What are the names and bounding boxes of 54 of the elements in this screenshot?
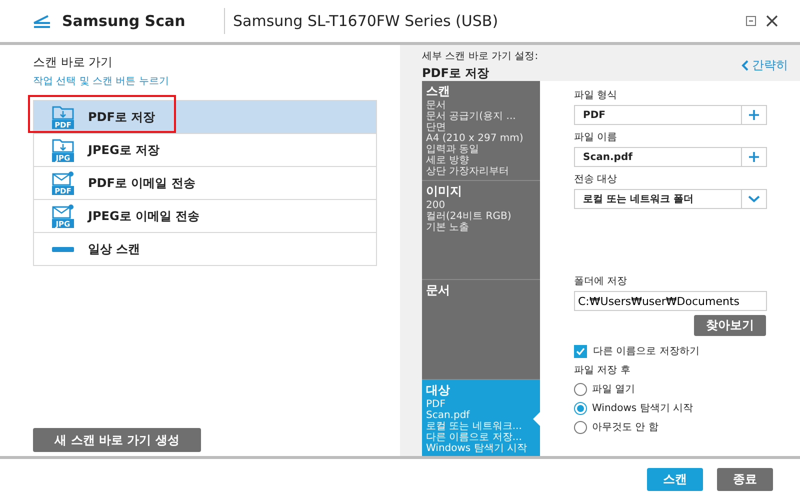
- check-icon: [576, 346, 585, 356]
- device-name: Samsung SL-T1670FW Series (USB): [233, 12, 500, 30]
- close-icon[interactable]: [766, 15, 778, 27]
- folder-path-field[interactable]: C:₩Users₩user₩Documents: [574, 291, 767, 311]
- radio-label: Windows 탐색기 시작: [592, 402, 693, 415]
- new-shortcut-button[interactable]: 새 스캔 바로 가기 생성: [33, 428, 201, 452]
- select-field[interactable]: PDF: [574, 105, 767, 125]
- section-title: 문서: [426, 282, 451, 300]
- summary-line: 단면: [426, 122, 447, 133]
- chevron-down-icon: [748, 194, 760, 204]
- checkbox[interactable]: [574, 344, 587, 358]
- shortcut-name: PDF로 저장: [422, 65, 490, 82]
- minimize-icon[interactable]: [746, 16, 756, 26]
- panel-title: 스캔 바로 가기: [33, 54, 114, 71]
- summary-line: A4 (210 x 297 mm): [426, 133, 524, 144]
- radio-button[interactable]: [574, 402, 587, 414]
- chevron-left-icon: [741, 60, 749, 71]
- summary-line: Scan.pdf: [426, 410, 471, 422]
- field-label: 폴더에 저장: [574, 275, 628, 288]
- app-name: Samsung Scan: [62, 12, 186, 30]
- radio-button[interactable]: [574, 420, 587, 434]
- summary-line: 문서: [426, 100, 447, 111]
- summary-line: 로컬 또는 네트워크...: [426, 421, 523, 432]
- plus-icon: [748, 110, 760, 120]
- summary-line: 컬러(24비트 RGB): [426, 210, 512, 222]
- radio-button[interactable]: [574, 382, 587, 396]
- bar-icon: [52, 246, 74, 252]
- section-title: 이미지: [426, 182, 463, 200]
- summary-line: 기본 노출: [426, 222, 470, 233]
- section-title: 스캔: [426, 83, 451, 100]
- radio-label: 아무것도 안 함: [592, 421, 658, 434]
- field-label: 파일 형식: [574, 89, 618, 102]
- browse-button[interactable]: 찾아보기: [694, 315, 766, 336]
- field-label: 파일 이름: [574, 131, 618, 144]
- summary-line: 상단 가장자리부터: [426, 166, 510, 177]
- summary-line: 세로 방향: [426, 155, 470, 166]
- close-button[interactable]: 종료: [717, 468, 773, 490]
- section-title: 대상: [426, 382, 451, 400]
- summary-line: 200: [426, 200, 446, 211]
- radio-label: 파일 열기: [592, 383, 636, 396]
- settings-label: 세부 스캔 바로 가기 설정:: [422, 50, 538, 63]
- summary-line: PDF: [426, 399, 446, 410]
- summary-line: 입력과 동일: [426, 144, 480, 155]
- plus-icon: [748, 152, 760, 162]
- summary-line: Windows 탐색기 시작: [426, 443, 528, 454]
- panel-subtitle: 작업 선택 및 스캔 버튼 누르기: [33, 75, 170, 88]
- checkbox-label: 다른 이름으로 저장하기: [593, 345, 700, 358]
- section-label: 파일 저장 후: [574, 364, 632, 377]
- select-field[interactable]: 로컬 또는 네트워크 폴더: [574, 189, 767, 209]
- select-field[interactable]: Scan.pdf: [574, 147, 767, 167]
- field-label: 전송 대상: [574, 173, 618, 186]
- summary-line: 다른 이름으로 저장...: [426, 432, 523, 444]
- summary-line: 문서 공급기(용지 ...: [426, 111, 517, 122]
- scanner-icon: [33, 14, 51, 28]
